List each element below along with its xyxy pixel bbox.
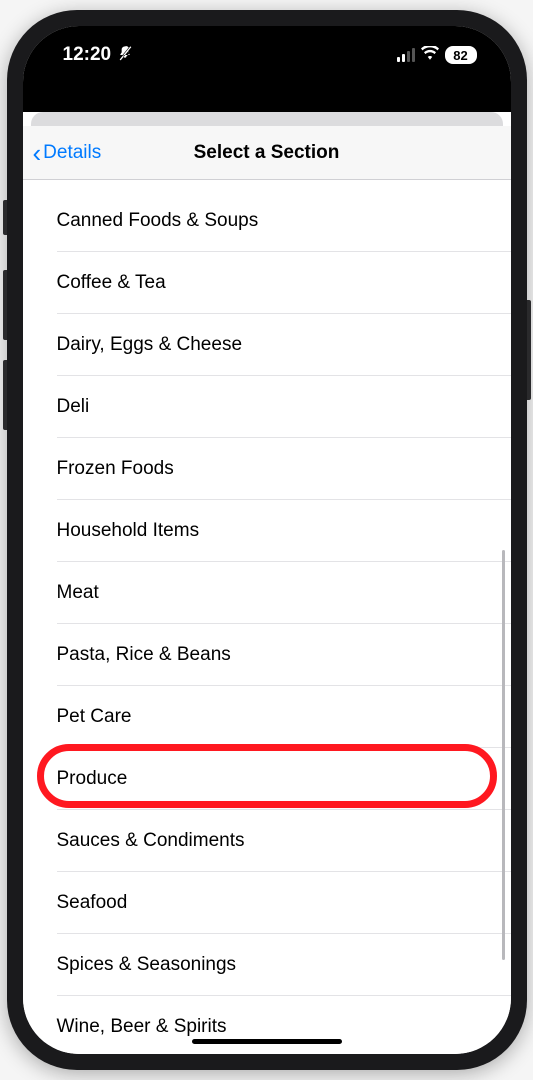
content-area: Canned Foods & Soups Coffee & Tea Dairy, E… xyxy=(23,180,511,1054)
phone-frame: 12:20 82 xyxy=(7,10,527,1070)
list-item-label: Wine, Beer & Spirits xyxy=(57,1016,227,1038)
list-item[interactable]: Dairy, Eggs & Cheese xyxy=(23,314,511,376)
cellular-signal-icon xyxy=(397,48,415,62)
back-button-label: Details xyxy=(43,142,101,164)
list-item-label: Spices & Seasonings xyxy=(57,954,237,976)
list-item-label: Coffee & Tea xyxy=(57,272,166,294)
list-item[interactable]: Pet Care xyxy=(23,686,511,748)
wifi-icon xyxy=(421,46,439,65)
list-item[interactable]: Seafood xyxy=(23,872,511,934)
navigation-bar: ‹ Details Select a Section xyxy=(23,126,511,180)
list-item[interactable]: Sauces & Condiments xyxy=(23,810,511,872)
screen: 12:20 82 xyxy=(23,26,511,1054)
battery-percent: 82 xyxy=(453,48,467,63)
list-item[interactable]: Pasta, Rice & Beans xyxy=(23,624,511,686)
list-item-label: Seafood xyxy=(57,892,128,914)
sheet-stack-indicator xyxy=(31,112,503,126)
list-item-label: Pet Care xyxy=(57,706,132,728)
status-bar-extension xyxy=(23,84,511,112)
mute-switch xyxy=(3,200,7,235)
list-item-label: Pasta, Rice & Beans xyxy=(57,644,231,666)
home-indicator[interactable] xyxy=(192,1039,342,1044)
list-item-label: Dairy, Eggs & Cheese xyxy=(57,334,243,356)
battery-indicator: 82 xyxy=(445,46,477,64)
list-item[interactable]: Frozen Foods xyxy=(23,438,511,500)
status-time: 12:20 xyxy=(63,44,112,66)
list-item[interactable]: Canned Foods & Soups xyxy=(23,190,511,252)
list-item-label: Deli xyxy=(57,396,90,418)
list-item[interactable]: Coffee & Tea xyxy=(23,252,511,314)
list-item-label: Sauces & Condiments xyxy=(57,830,245,852)
list-item-label: Produce xyxy=(57,768,128,790)
chevron-left-icon: ‹ xyxy=(33,140,42,166)
power-button xyxy=(527,300,531,400)
volume-down-button xyxy=(3,360,7,430)
dynamic-island xyxy=(202,44,332,80)
scroll-indicator xyxy=(502,550,505,960)
list-item-label: Meat xyxy=(57,582,99,604)
list-item-label: Canned Foods & Soups xyxy=(57,210,259,232)
list-item-label: Household Items xyxy=(57,520,200,542)
silent-mode-icon xyxy=(117,45,133,65)
section-list: Canned Foods & Soups Coffee & Tea Dairy, E… xyxy=(23,180,511,1054)
list-item[interactable]: Meat xyxy=(23,562,511,624)
volume-up-button xyxy=(3,270,7,340)
list-item[interactable]: Wine, Beer & Spirits xyxy=(23,996,511,1054)
list-item[interactable]: Spices & Seasonings xyxy=(23,934,511,996)
list-item[interactable]: Household Items xyxy=(23,500,511,562)
back-button[interactable]: ‹ Details xyxy=(33,140,102,166)
list-item[interactable]: Deli xyxy=(23,376,511,438)
list-item[interactable]: Produce xyxy=(23,748,511,810)
list-item-label: Frozen Foods xyxy=(57,458,174,480)
